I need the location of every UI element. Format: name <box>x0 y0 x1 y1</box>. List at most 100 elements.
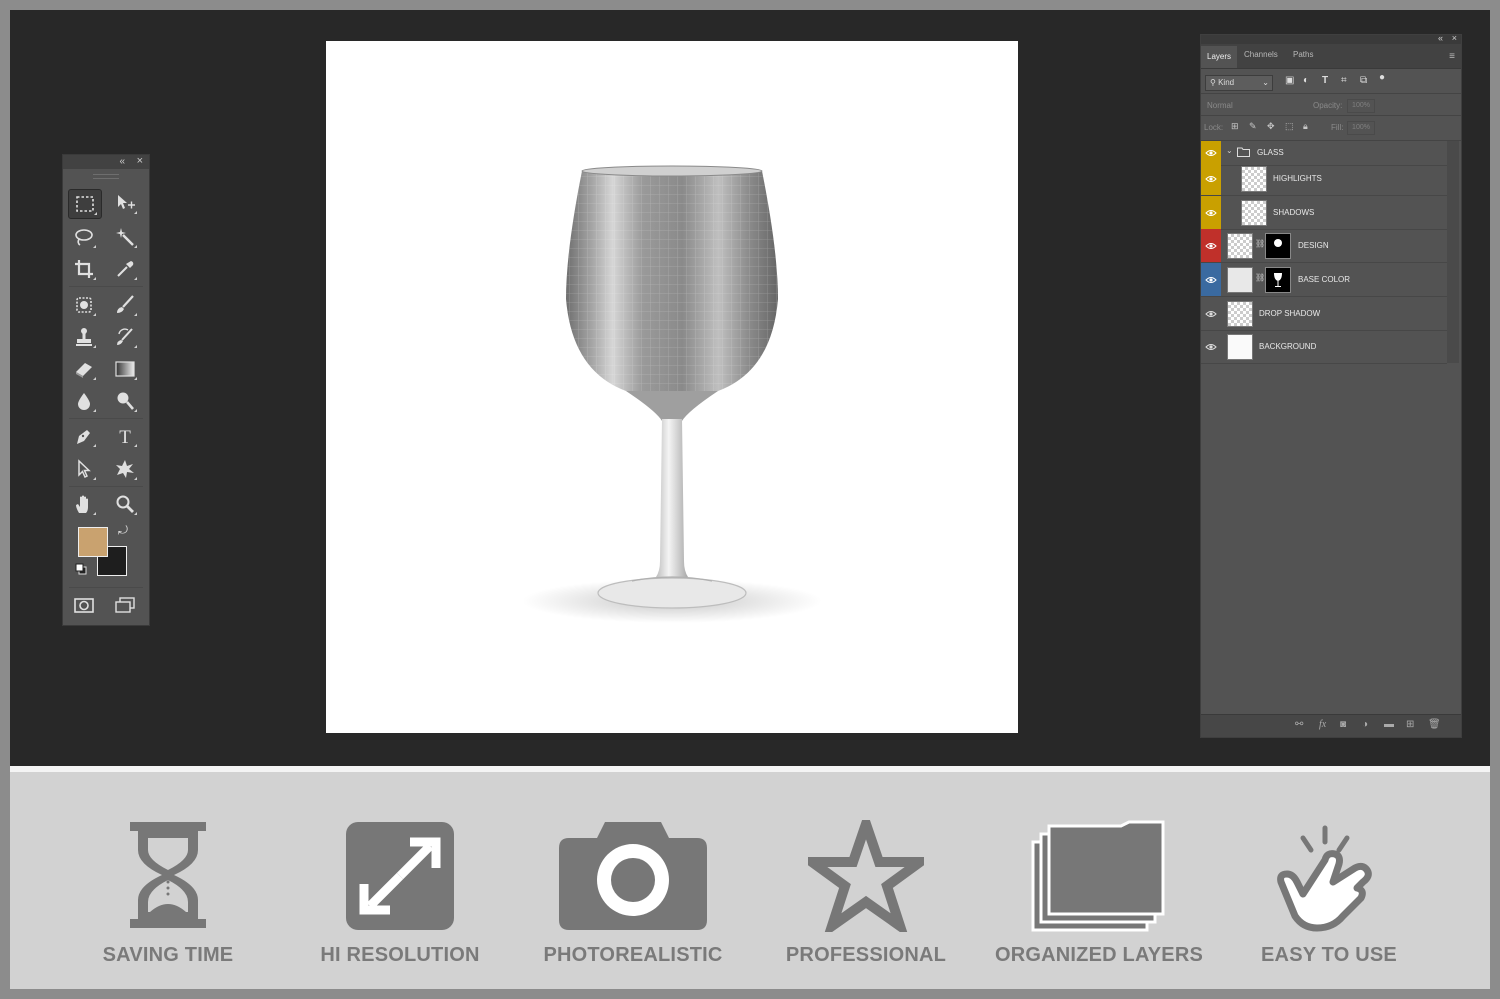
visibility-eye-icon[interactable] <box>1201 263 1221 296</box>
screen-mode-button[interactable] <box>109 591 141 619</box>
swap-colors-icon[interactable]: ⤾ <box>118 523 128 538</box>
collapse-icon[interactable]: « <box>1438 33 1443 43</box>
magic-wand-tool[interactable] <box>109 223 141 251</box>
layer-row[interactable]: SHADOWS <box>1201 196 1447 230</box>
layer-mask-thumbnail[interactable] <box>1265 267 1291 293</box>
gradient-tool[interactable] <box>109 355 141 383</box>
tab-paths[interactable]: Paths <box>1293 50 1313 59</box>
layer-row[interactable]: DROP SHADOW <box>1201 297 1447 331</box>
close-icon[interactable]: × <box>1452 33 1457 43</box>
eraser-tool[interactable] <box>68 355 100 383</box>
blur-tool[interactable] <box>68 387 100 415</box>
new-layer-icon[interactable]: ⊞ <box>1406 719 1414 730</box>
blend-mode-select[interactable]: Normal <box>1207 101 1233 110</box>
adjustment-filter-icon[interactable]: ◐ <box>1303 75 1309 86</box>
shape-filter-icon[interactable]: ⌗ <box>1341 75 1347 86</box>
foreground-color-swatch[interactable] <box>78 527 108 557</box>
layers-scrollbar[interactable] <box>1447 141 1459 363</box>
adjustment-layer-icon[interactable]: ◑ <box>1362 719 1368 730</box>
pixel-filter-icon[interactable]: ▣ <box>1285 75 1294 86</box>
collapse-icon[interactable]: « <box>119 156 125 168</box>
feature-organized-layers: ORGANIZED LAYERS <box>984 820 1214 970</box>
layers-panel-titlebar[interactable]: « × <box>1201 33 1461 44</box>
lock-position-icon[interactable]: ✥ <box>1267 121 1275 132</box>
feature-label: PHOTOREALISTIC <box>543 944 723 966</box>
visibility-eye-icon[interactable] <box>1201 162 1221 195</box>
healing-icon <box>76 297 92 313</box>
brush-tool[interactable] <box>109 291 141 319</box>
rectangular-marquee-tool[interactable] <box>68 189 102 219</box>
layers-panel: « × Layers Channels Paths ≡ ⚲ Kind ⌄ ▣ ◐… <box>1200 33 1462 738</box>
fill-field[interactable]: 100% <box>1347 121 1375 135</box>
layer-row[interactable]: BACKGROUND <box>1201 330 1447 364</box>
eyedropper-icon <box>117 261 134 277</box>
custom-shape-tool[interactable] <box>109 455 141 483</box>
tab-channels[interactable]: Channels <box>1244 50 1278 59</box>
filter-kind-select[interactable]: ⚲ Kind ⌄ <box>1205 75 1273 91</box>
visibility-eye-icon[interactable] <box>1201 196 1221 229</box>
hourglass-icon <box>130 822 206 928</box>
crop-tool[interactable] <box>68 255 100 283</box>
visibility-eye-icon[interactable] <box>1201 229 1221 262</box>
lock-all-icon[interactable]: 🔒︎ <box>1303 121 1308 132</box>
opacity-field[interactable]: 100% <box>1347 99 1375 113</box>
layer-mask-thumbnail[interactable] <box>1265 233 1291 259</box>
eyedropper-tool[interactable] <box>109 255 141 283</box>
type-filter-icon[interactable]: T <box>1322 75 1328 86</box>
visibility-eye-icon[interactable] <box>1201 330 1221 363</box>
link-mask-icon[interactable]: ⛓ <box>1255 273 1265 282</box>
layer-row[interactable]: ⛓ BASE COLOR <box>1201 263 1447 297</box>
spot-healing-tool[interactable] <box>68 291 100 319</box>
type-icon: T <box>119 427 131 447</box>
path-selection-icon <box>78 459 91 479</box>
tab-layers[interactable]: Layers <box>1201 46 1238 68</box>
pen-tool[interactable] <box>68 422 100 450</box>
history-brush-icon <box>117 328 133 345</box>
layer-row[interactable]: HIGHLIGHTS <box>1201 162 1447 196</box>
lasso-tool[interactable] <box>68 223 100 251</box>
feature-easy-to-use: EASY TO USE <box>1214 820 1444 970</box>
layer-thumbnail <box>1227 301 1253 327</box>
link-layers-icon[interactable]: ⚯ <box>1295 719 1303 730</box>
path-selection-tool[interactable] <box>68 455 100 483</box>
hand-tool[interactable] <box>68 490 100 518</box>
filter-toggle-icon[interactable]: ● <box>1379 72 1385 83</box>
type-tool[interactable]: T <box>109 422 141 450</box>
trash-icon[interactable]: 🗑︎ <box>1428 719 1441 730</box>
brush-icon <box>117 295 134 313</box>
move-tool[interactable] <box>109 189 141 217</box>
new-group-icon[interactable]: ▬ <box>1384 719 1394 730</box>
camera-icon <box>559 822 707 930</box>
close-icon[interactable]: × <box>137 155 143 168</box>
search-icon: ⚲ <box>1210 78 1216 87</box>
panel-grip[interactable] <box>93 174 119 179</box>
history-brush-tool[interactable] <box>109 323 141 351</box>
feature-label: ORGANIZED LAYERS <box>994 944 1204 966</box>
add-mask-icon[interactable]: ◙ <box>1340 719 1346 730</box>
chevron-down-icon[interactable]: ⌄ <box>1226 146 1233 155</box>
lock-transparency-icon[interactable]: ⊞ <box>1231 121 1239 132</box>
lock-pixels-icon[interactable]: ✎ <box>1249 121 1257 132</box>
tools-panel-header[interactable]: « × <box>63 155 149 169</box>
stamp-icon <box>76 328 92 346</box>
default-colors-icon[interactable] <box>75 563 87 575</box>
fx-icon[interactable]: fx <box>1319 719 1326 730</box>
quick-mask-button[interactable] <box>68 591 100 619</box>
smart-object-filter-icon[interactable]: ⧉ <box>1360 75 1367 86</box>
zoom-tool[interactable] <box>109 490 141 518</box>
custom-shape-icon <box>116 460 134 478</box>
feature-professional: PROFESSIONAL <box>751 820 981 970</box>
layer-thumbnail <box>1227 334 1253 360</box>
document-canvas[interactable] <box>326 41 1018 733</box>
visibility-eye-icon[interactable] <box>1201 297 1221 330</box>
panel-menu-icon[interactable]: ≡ <box>1449 51 1455 62</box>
dodge-tool[interactable] <box>109 387 141 415</box>
lock-artboard-icon[interactable]: ⬚ <box>1285 121 1294 132</box>
layer-thumbnail <box>1227 233 1253 259</box>
link-mask-icon[interactable]: ⛓ <box>1255 239 1265 248</box>
layer-row[interactable]: ⛓ DESIGN <box>1201 229 1447 263</box>
clone-stamp-tool[interactable] <box>68 323 100 351</box>
layer-thumbnail <box>1241 200 1267 226</box>
dodge-icon <box>117 392 134 410</box>
screen-mode-icon <box>115 597 135 613</box>
